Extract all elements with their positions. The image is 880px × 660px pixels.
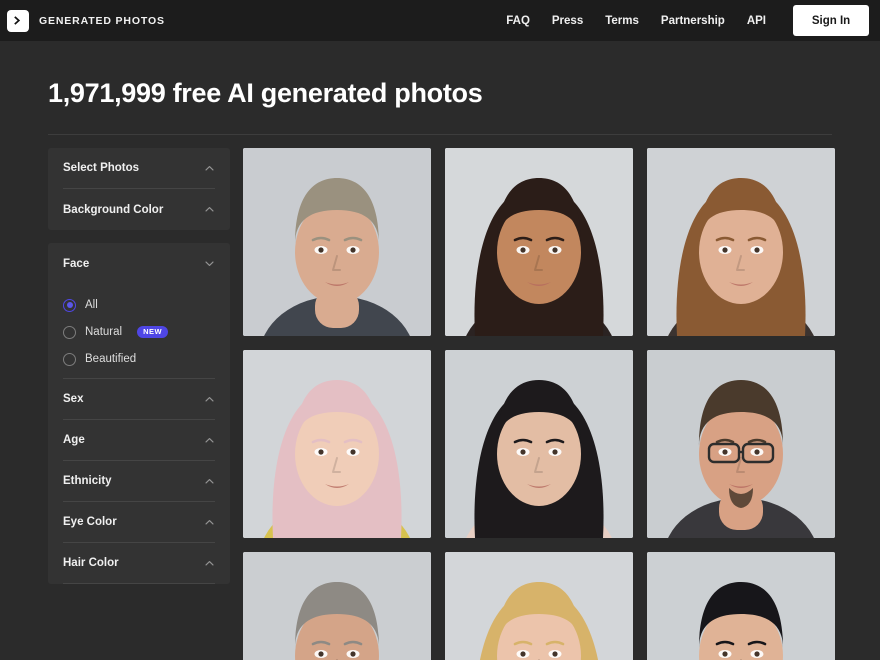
filter-hair-color[interactable]: Hair Color [63,543,215,584]
photo-scroll-region[interactable] [243,148,835,660]
photo-card[interactable] [243,552,431,660]
filter-face[interactable]: Face [63,243,215,284]
radio-face-beautified[interactable]: Beautified [63,348,215,370]
brand-name: GENERATED PHOTOS [39,14,165,27]
filter-label: Face [63,257,90,270]
content-layout: Select Photos Background Color Face All … [48,148,835,660]
new-badge: NEW [137,326,169,338]
page-title: 1,971,999 free AI generated photos [48,78,483,108]
chevron-up-icon[interactable] [204,394,215,405]
photo-card[interactable] [647,350,835,538]
filter-label: Eye Color [63,516,117,528]
brand-logo[interactable]: GENERATED PHOTOS [7,9,165,32]
nav-link-terms[interactable]: Terms [605,15,639,27]
nav-link-press[interactable]: Press [552,15,583,27]
filter-background-color[interactable]: Background Color [63,189,215,230]
filter-sex[interactable]: Sex [63,379,215,420]
main-nav: FAQ Press Terms Partnership API [506,15,766,27]
filter-select-photos[interactable]: Select Photos [63,148,215,189]
face-radio-group: All Natural NEW Beautified [63,284,215,379]
photo-card[interactable] [445,552,633,660]
filter-panel-attributes: Face All Natural NEW Beautified Sex Age … [48,243,230,584]
top-header: GENERATED PHOTOS FAQ Press Terms Partner… [0,0,880,41]
radio-face-natural[interactable]: Natural NEW [63,321,215,343]
photo-card[interactable] [445,148,633,336]
photo-card[interactable] [647,148,835,336]
sign-in-button[interactable]: Sign In [793,5,869,36]
photo-card[interactable] [243,350,431,538]
page-container: 1,971,999 free AI generated photos Selec… [0,41,880,660]
filter-label: Age [63,434,85,446]
radio-indicator [63,325,76,339]
chevron-down-icon[interactable] [204,258,215,269]
filter-panel-primary: Select Photos Background Color [48,148,230,230]
chevron-up-icon[interactable] [204,435,215,446]
radio-label: All [85,299,98,311]
photo-results [243,148,835,660]
filter-label: Sex [63,393,84,405]
photo-card[interactable] [243,148,431,336]
filter-eye-color[interactable]: Eye Color [63,502,215,543]
radio-indicator [63,352,76,366]
radio-label: Natural [85,326,123,338]
chevron-up-icon[interactable] [204,558,215,569]
chevron-up-icon[interactable] [204,204,215,215]
terminal-prompt-icon [7,9,29,32]
radio-face-all[interactable]: All [63,294,215,316]
chevron-up-icon[interactable] [204,517,215,528]
filter-ethnicity[interactable]: Ethnicity [63,461,215,502]
chevron-up-icon[interactable] [204,163,215,174]
filter-label: Background Color [63,203,164,216]
filter-age[interactable]: Age [63,420,215,461]
filter-label: Hair Color [63,557,119,569]
photo-grid [243,148,835,660]
chevron-up-icon[interactable] [204,476,215,487]
filters-sidebar: Select Photos Background Color Face All … [48,148,230,584]
radio-indicator [63,298,76,312]
title-divider [48,134,832,135]
filter-label: Ethnicity [63,475,112,487]
nav-link-api[interactable]: API [747,15,766,27]
filter-label: Select Photos [63,162,140,174]
nav-link-faq[interactable]: FAQ [506,15,530,27]
radio-label: Beautified [85,353,137,365]
nav-link-partnership[interactable]: Partnership [661,15,725,27]
photo-card[interactable] [647,552,835,660]
photo-card[interactable] [445,350,633,538]
